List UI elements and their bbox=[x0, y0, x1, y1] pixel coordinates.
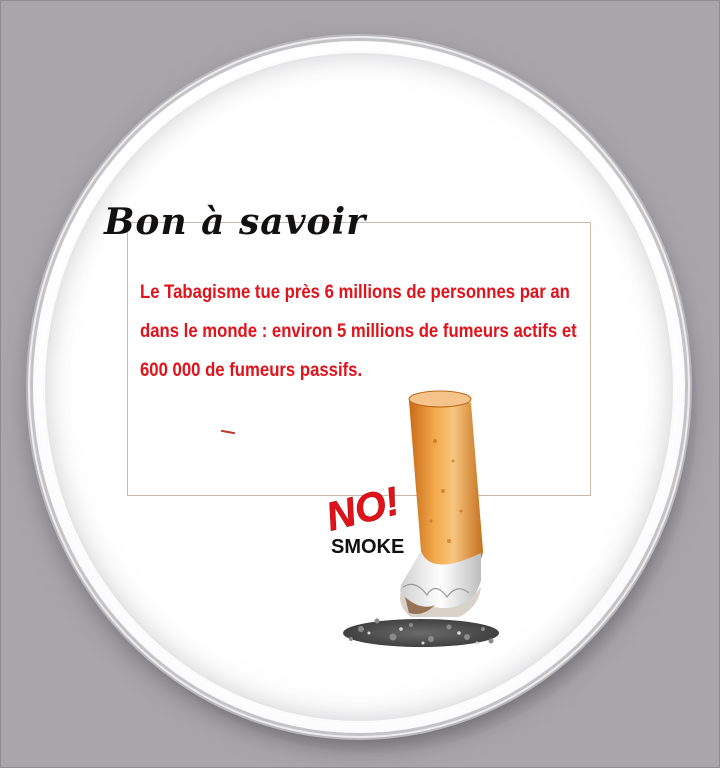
no-smoke-logo: NO! SMOKE bbox=[322, 479, 405, 558]
smoke-text: SMOKE bbox=[331, 536, 404, 558]
info-line: Le Tabagisme tue près 6 millions de pers… bbox=[140, 282, 570, 303]
page-title: Bon à savoir bbox=[104, 201, 367, 243]
poster-frame: Bon à savoir Le Tabagisme tue près 6 mil… bbox=[0, 0, 720, 768]
info-text: Le Tabagisme tue près 6 millions de pers… bbox=[140, 273, 577, 390]
info-line: dans le monde : environ 5 millions de fu… bbox=[140, 321, 577, 342]
no-text: NO! bbox=[322, 479, 404, 539]
